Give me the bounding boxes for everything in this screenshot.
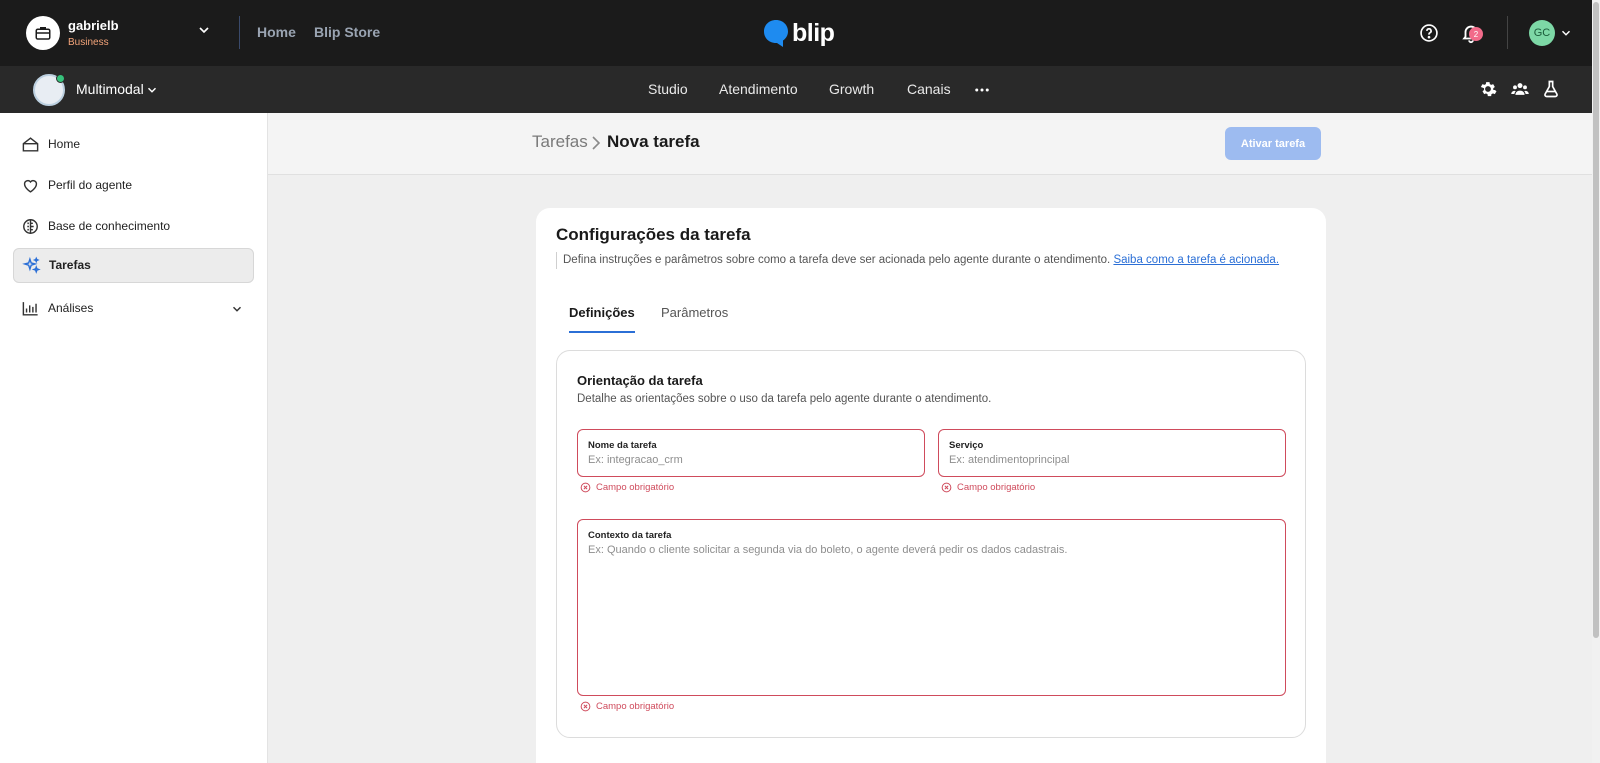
sidebar-item-perfil[interactable]: Perfil do agente: [13, 168, 254, 203]
field-label: Serviço: [949, 440, 984, 451]
home-icon: [22, 137, 39, 152]
sidebar-item-label: Base de conhecimento: [48, 219, 171, 233]
chevron-down-icon[interactable]: [230, 302, 244, 316]
card-title: Configurações da tarefa: [556, 225, 751, 244]
sparkles-icon: [22, 256, 41, 274]
logo-text: blip: [792, 18, 835, 47]
bot-chevron-down-icon[interactable]: [145, 83, 159, 97]
activate-task-button[interactable]: Ativar tarefa: [1225, 127, 1321, 160]
sidebar-item-label: Home: [48, 137, 81, 151]
error-text: Campo obrigatório: [957, 482, 1036, 493]
sidebar-item-label: Análises: [48, 301, 94, 315]
task-name-input[interactable]: [588, 454, 900, 466]
sidebar-item-analises[interactable]: Análises: [13, 291, 254, 326]
chevron-right-icon: [592, 136, 601, 150]
account-plan: Business: [68, 37, 109, 48]
help-icon[interactable]: [1419, 23, 1439, 43]
user-chevron-down-icon[interactable]: [1559, 26, 1573, 40]
error-icon: [580, 482, 591, 493]
section-description: Detalhe as orientações sobre o uso da ta…: [577, 393, 992, 405]
more-icon[interactable]: [973, 81, 991, 99]
service-field[interactable]: Serviço: [938, 429, 1286, 477]
error-message: Campo obrigatório: [580, 701, 674, 712]
flask-icon[interactable]: [1541, 79, 1561, 99]
error-icon: [941, 482, 952, 493]
task-context-field[interactable]: Contexto da tarefa: [577, 519, 1286, 696]
scrollbar-thumb[interactable]: [1593, 2, 1599, 638]
subnav-atendimento[interactable]: Atendimento: [719, 81, 798, 97]
account-name[interactable]: gabrielb: [68, 18, 119, 33]
nav-home-link[interactable]: Home: [257, 24, 296, 40]
bot-name[interactable]: Multimodal: [76, 81, 144, 97]
error-text: Campo obrigatório: [596, 701, 675, 712]
gear-icon[interactable]: [1478, 79, 1498, 99]
error-message: Campo obrigatório: [580, 482, 674, 493]
active-tab-indicator: [569, 331, 635, 333]
sidebar-item-label: Perfil do agente: [48, 178, 133, 192]
top-bar: gabrielb Business Home Blip Store blip 2…: [0, 0, 1592, 66]
divider: [1507, 16, 1508, 49]
nav-blip-store-link[interactable]: Blip Store: [314, 24, 380, 40]
error-icon: [580, 701, 591, 712]
task-context-textarea[interactable]: [588, 544, 1267, 684]
heart-icon: [23, 179, 38, 193]
description-accent-bar: [556, 252, 557, 269]
section-title: Orientação da tarefa: [577, 373, 703, 388]
sidebar-item-label: Tarefas: [49, 258, 91, 272]
online-status-dot: [56, 74, 65, 83]
service-input[interactable]: [949, 454, 1261, 466]
subnav-studio[interactable]: Studio: [648, 81, 688, 97]
briefcase-icon[interactable]: [26, 16, 60, 50]
account-chevron-down-icon[interactable]: [196, 22, 212, 38]
blip-logo[interactable]: blip: [762, 17, 835, 49]
team-icon[interactable]: [1510, 79, 1530, 99]
divider: [239, 16, 240, 49]
subnav-growth[interactable]: Growth: [829, 81, 874, 97]
user-avatar[interactable]: GC: [1529, 20, 1555, 46]
blip-logo-icon: [764, 20, 788, 47]
page-title: Nova tarefa: [607, 132, 700, 151]
error-message: Campo obrigatório: [941, 482, 1035, 493]
field-label: Nome da tarefa: [588, 440, 657, 451]
sidebar-item-base-conhecimento[interactable]: Base de conhecimento: [13, 209, 254, 244]
breadcrumb-parent-link[interactable]: Tarefas: [532, 132, 588, 152]
learn-more-link[interactable]: Saiba como a tarefa é acionada.: [1113, 254, 1279, 266]
bar-chart-icon: [22, 302, 38, 316]
notification-badge: 2: [1469, 27, 1483, 41]
brain-icon: [23, 219, 38, 234]
sidebar-item-home[interactable]: Home: [13, 127, 254, 162]
tab-definicoes[interactable]: Definições: [569, 305, 635, 320]
task-name-field[interactable]: Nome da tarefa: [577, 429, 925, 477]
subnav-canais[interactable]: Canais: [907, 81, 951, 97]
error-text: Campo obrigatório: [596, 482, 675, 493]
field-label: Contexto da tarefa: [588, 530, 672, 541]
card-description: Defina instruções e parâmetros sobre com…: [563, 254, 1279, 266]
sidebar-item-tarefas[interactable]: Tarefas: [13, 248, 254, 283]
tab-parametros[interactable]: Parâmetros: [661, 305, 728, 320]
bot-bar: Multimodal Studio Atendimento Growth Can…: [0, 66, 1592, 113]
sidebar: Home Perfil do agente Base de conhecimen…: [0, 113, 268, 763]
card-description-text: Defina instruções e parâmetros sobre com…: [563, 254, 1111, 266]
page-header: [268, 113, 1592, 175]
